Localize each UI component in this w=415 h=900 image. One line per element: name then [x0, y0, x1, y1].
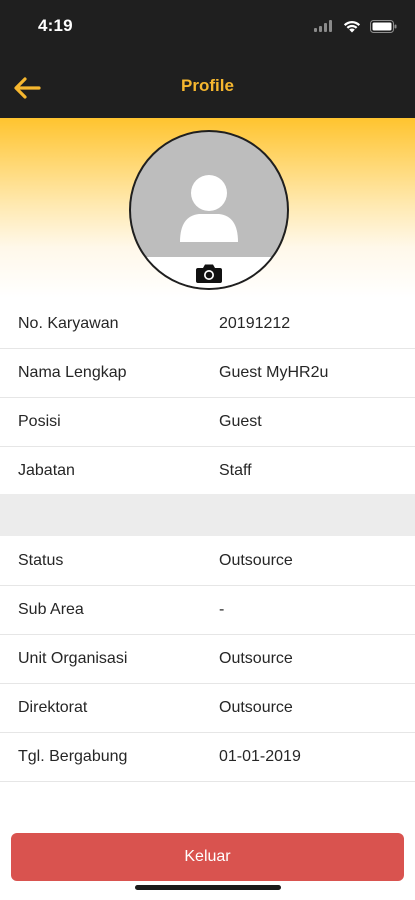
- join-date-label: Tgl. Bergabung: [18, 748, 128, 765]
- directorate-label: Direktorat: [18, 699, 88, 716]
- job-title-value: Staff: [219, 462, 252, 479]
- position-value: Guest: [219, 413, 262, 430]
- info-row-directorate: Direktorat Outsource: [0, 684, 415, 733]
- status-value: Outsource: [219, 552, 293, 569]
- battery-icon: [370, 19, 397, 33]
- profile-header: [0, 118, 415, 298]
- position-label: Posisi: [18, 413, 61, 430]
- status-bar: 4:19: [0, 0, 415, 58]
- sub-area-value: -: [219, 601, 225, 618]
- join-date-value: 01-01-2019: [219, 748, 301, 765]
- info-row-job-title: Jabatan Staff: [0, 447, 415, 496]
- info-row-join-date: Tgl. Bergabung 01-01-2019: [0, 733, 415, 782]
- job-title-label: Jabatan: [18, 462, 75, 479]
- home-indicator: [135, 885, 281, 890]
- info-row-position: Posisi Guest: [0, 398, 415, 447]
- organization-unit-label: Unit Organisasi: [18, 650, 128, 667]
- organization-unit-value: Outsource: [219, 650, 293, 667]
- nav-bar: Profile: [0, 58, 415, 118]
- wifi-icon: [343, 20, 361, 32]
- page-title: Profile: [181, 76, 234, 95]
- signal-icon: [314, 20, 332, 32]
- section-divider: [0, 494, 415, 536]
- info-row-organization-unit: Unit Organisasi Outsource: [0, 635, 415, 684]
- full-name-label: Nama Lengkap: [18, 364, 127, 381]
- employee-number-label: No. Karyawan: [18, 315, 119, 332]
- directorate-value: Outsource: [219, 699, 293, 716]
- avatar[interactable]: [129, 130, 289, 290]
- status-time: 4:19: [38, 16, 73, 35]
- status-icons: [314, 18, 397, 34]
- info-row-full-name: Nama Lengkap Guest MyHR2u: [0, 349, 415, 398]
- info-row-sub-area: Sub Area -: [0, 586, 415, 635]
- camera-icon[interactable]: [195, 262, 223, 284]
- camera-strip: [131, 257, 287, 288]
- arrow-left-icon: [14, 77, 41, 99]
- employee-info-section: No. Karyawan 20191212 Nama Lengkap Guest…: [0, 300, 415, 496]
- full-name-value: Guest MyHR2u: [219, 364, 329, 381]
- logout-button[interactable]: Keluar: [11, 833, 404, 881]
- back-button[interactable]: [10, 72, 44, 104]
- info-row-status: Status Outsource: [0, 537, 415, 586]
- info-row-employee-number: No. Karyawan 20191212: [0, 300, 415, 349]
- status-label: Status: [18, 552, 64, 569]
- sub-area-label: Sub Area: [18, 601, 84, 618]
- employee-number-value: 20191212: [219, 315, 291, 332]
- employment-info-section: Status Outsource Sub Area - Unit Organis…: [0, 537, 415, 782]
